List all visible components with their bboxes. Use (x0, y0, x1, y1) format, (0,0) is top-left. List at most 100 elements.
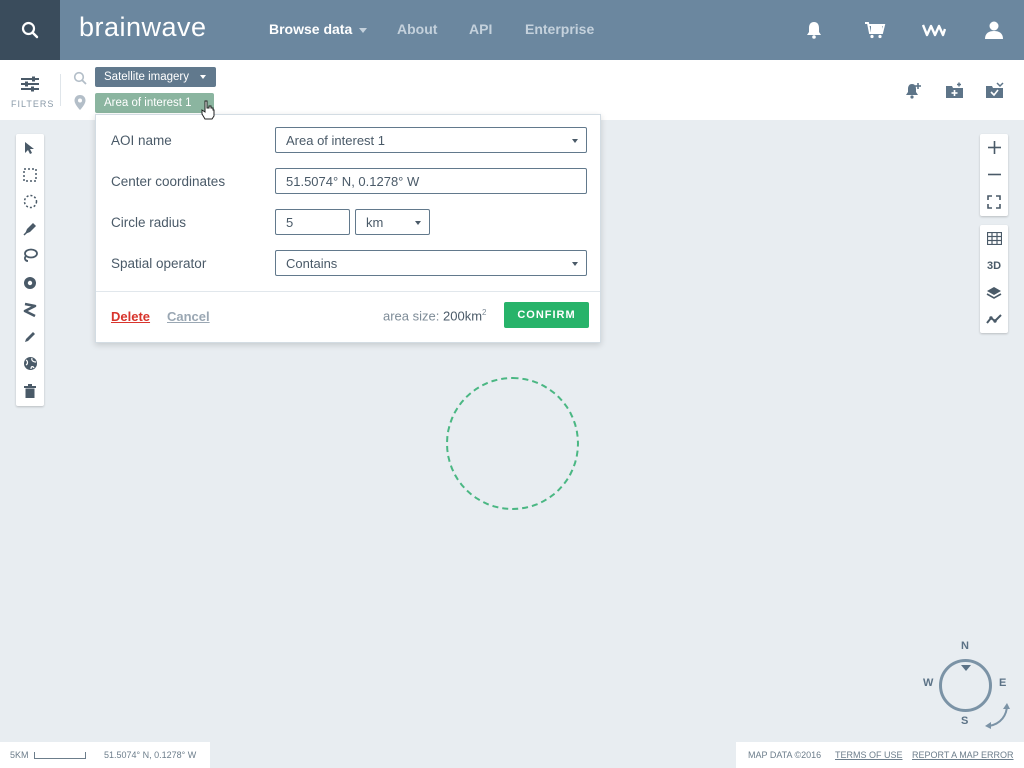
delete-tool[interactable] (16, 377, 44, 404)
aoi-name-label: AOI name (111, 133, 172, 148)
chevron-down-icon (200, 75, 206, 79)
spatial-operator-select[interactable]: Contains (275, 250, 587, 276)
map-data-credit: MAP DATA ©2016 (748, 750, 822, 760)
filter-bar: FILTERS Satellite imagery Area of intere… (0, 60, 1024, 120)
add-folder-icon[interactable] (945, 82, 963, 98)
path-icon (23, 302, 37, 317)
select-tool[interactable] (16, 134, 44, 161)
zoom-in-button[interactable] (980, 134, 1008, 161)
circle-radius-value: 5 (286, 214, 294, 230)
spatial-operator-value: Contains (286, 255, 338, 271)
plus-icon (987, 141, 1001, 154)
area-size: area size: 200km2 (383, 308, 486, 323)
cancel-link[interactable]: Cancel (167, 309, 210, 324)
aoi-name-select[interactable]: Area of interest 1 (275, 127, 587, 153)
search-button[interactable] (0, 0, 60, 60)
nav-about[interactable]: About (397, 21, 437, 37)
grid-button[interactable] (980, 225, 1008, 252)
compass-north: N (961, 640, 969, 652)
radius-unit-select[interactable]: km (355, 209, 430, 235)
aoi-name-value: Area of interest 1 (286, 132, 385, 148)
circle-radius-input[interactable]: 5 (275, 209, 350, 235)
aoi-chip-label: Area of interest 1 (104, 97, 192, 109)
3d-button[interactable]: 3D (980, 252, 1008, 279)
chevron-down-icon (572, 262, 578, 266)
rotate-icon[interactable] (983, 702, 1011, 730)
notification-bell-icon[interactable] (802, 18, 826, 42)
map-credits: MAP DATA ©2016 TERMS OF USE REPORT A MAP… (736, 742, 1024, 768)
center-coordinates-label: Center coordinates (111, 174, 226, 189)
circle-tool[interactable] (16, 188, 44, 215)
view-toolbar: 3D (980, 225, 1008, 333)
trash-icon (24, 383, 36, 398)
aoi-edit-panel: AOI name Area of interest 1 Center coord… (95, 114, 601, 343)
user-icon[interactable] (982, 18, 1006, 42)
zoom-toolbar (980, 134, 1008, 216)
wave-logo-icon[interactable] (922, 18, 946, 42)
scale-line (34, 752, 86, 759)
save-folder-icon[interactable] (985, 82, 1004, 98)
point-radius-tool[interactable] (16, 269, 44, 296)
filters-label: FILTERS (11, 99, 55, 109)
search-icon (21, 21, 39, 39)
aoi-chip[interactable]: Area of interest 1 (95, 93, 214, 113)
chevron-down-icon (572, 139, 578, 143)
nav-browse-data-label: Browse data (269, 21, 353, 37)
pen-icon (22, 223, 36, 236)
radius-unit-value: km (366, 214, 384, 230)
lasso-tool[interactable] (16, 242, 44, 269)
filters-divider (60, 74, 61, 106)
data-type-chip[interactable]: Satellite imagery (95, 67, 216, 87)
aoi-circle-shape[interactable] (446, 377, 579, 510)
center-coordinates-value: 51.5074° N, 0.1278° W (286, 173, 420, 189)
layers-button[interactable] (980, 279, 1008, 306)
rectangle-select-icon (23, 167, 37, 182)
panel-divider (96, 291, 600, 292)
top-navigation: brainwave Browse data About API Enterpri… (0, 0, 1024, 60)
pencil-icon (25, 331, 35, 342)
sliders-icon (21, 76, 39, 92)
delete-link[interactable]: Delete (111, 309, 150, 324)
layers-icon (986, 286, 1002, 299)
minus-icon (987, 173, 1001, 176)
location-pin-icon (74, 95, 86, 110)
cart-icon[interactable] (863, 18, 887, 42)
fullscreen-button[interactable] (980, 188, 1008, 215)
compass-south: S (961, 715, 969, 727)
nav-api[interactable]: API (469, 21, 492, 37)
nav-enterprise[interactable]: Enterprise (525, 21, 594, 37)
zoom-out-button[interactable] (980, 161, 1008, 188)
nav-browse-data[interactable]: Browse data (269, 21, 368, 37)
circle-select-icon (23, 194, 37, 209)
center-coordinates-input[interactable]: 51.5074° N, 0.1278° W (275, 168, 587, 194)
brand-logo[interactable]: brainwave (79, 12, 207, 43)
spatial-operator-label: Spatial operator (111, 256, 207, 271)
filters-button[interactable]: FILTERS (0, 60, 60, 120)
analytics-button[interactable] (980, 306, 1008, 333)
pen-tool[interactable] (16, 215, 44, 242)
compass-needle-icon (961, 665, 971, 671)
confirm-button[interactable]: CONFIRM (504, 302, 589, 328)
chevron-down-icon (359, 27, 368, 33)
area-size-value: 200km (443, 308, 483, 324)
target-icon (24, 276, 36, 289)
path-tool[interactable] (16, 296, 44, 323)
report-map-error-link[interactable]: REPORT A MAP ERROR (912, 750, 1014, 760)
pointer-icon (25, 141, 34, 154)
edit-tool[interactable] (16, 323, 44, 350)
add-alert-icon[interactable] (905, 82, 923, 99)
grid-icon (986, 232, 1002, 245)
rectangle-tool[interactable] (16, 161, 44, 188)
compass-east: E (999, 677, 1007, 689)
chevron-down-icon (415, 221, 421, 225)
chart-line-icon (986, 314, 1002, 324)
compass-west: W (923, 677, 934, 689)
terms-of-use-link[interactable]: TERMS OF USE (835, 750, 903, 760)
compass[interactable]: N E S W (920, 640, 1020, 735)
globe-icon (23, 357, 37, 370)
drawing-toolbar (16, 134, 44, 406)
cursor-coordinates: 51.5074° N, 0.1278° W (104, 750, 197, 760)
scale-bar: 5KM 51.5074° N, 0.1278° W (0, 742, 210, 768)
globe-tool[interactable] (16, 350, 44, 377)
fullscreen-icon (987, 194, 1001, 209)
